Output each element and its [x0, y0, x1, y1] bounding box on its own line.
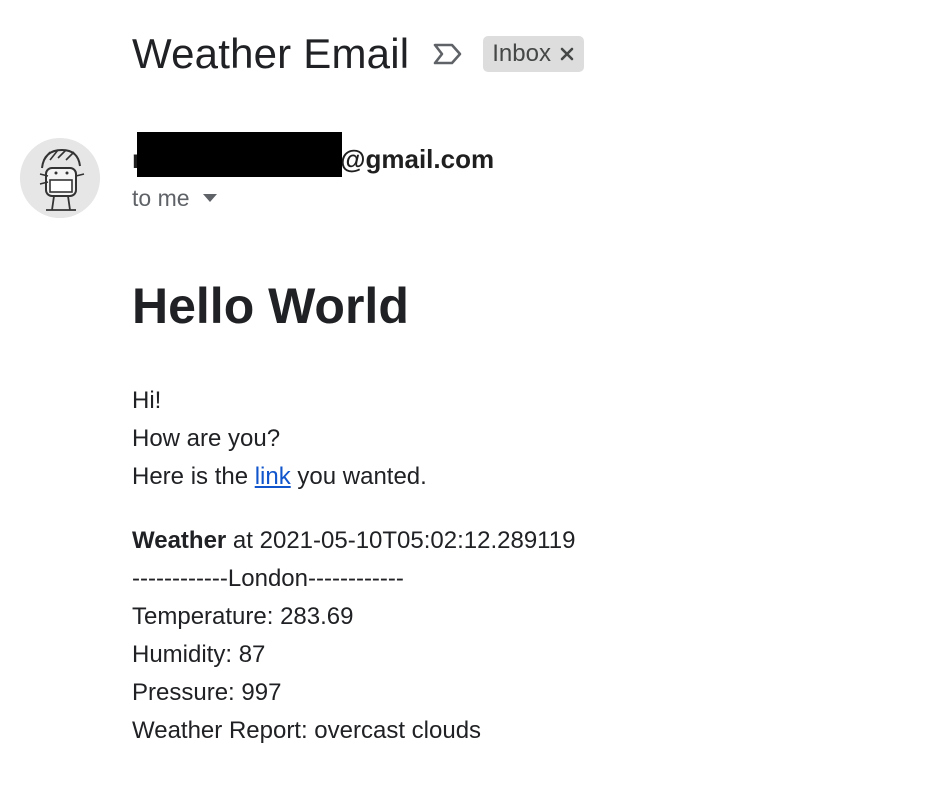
city-line: ------------London------------: [132, 565, 404, 592]
question-line: How are you?: [132, 425, 281, 452]
humidity-line: Humidity: 87: [132, 641, 266, 668]
email-view: Weather Email Inbox @gmail.com to me Hel…: [0, 0, 944, 792]
body-heading: Hello World: [132, 278, 409, 334]
weather-report-line: Weather Report: overcast clouds: [132, 717, 482, 744]
link-prefix: Here is the: [132, 463, 255, 490]
avatar[interactable]: [20, 138, 100, 218]
pressure-line: Pressure: 997: [132, 679, 282, 706]
label-chip-inbox: Inbox: [483, 36, 584, 72]
redaction-bar: [137, 132, 342, 177]
recipients-toggle[interactable]: to me: [132, 183, 218, 213]
greeting-line: Hi!: [132, 387, 162, 414]
message-body: Hello World Hi! How are you? Here is the…: [132, 270, 912, 750]
greeting-block: Hi! How are you? Here is the link you wa…: [132, 382, 912, 496]
subject-row: Weather Email Inbox: [132, 26, 584, 82]
link-line: Here is the link you wanted.: [132, 458, 912, 496]
importance-marker-icon[interactable]: [431, 41, 465, 67]
body-link[interactable]: link: [255, 463, 291, 490]
weather-timestamp: at 2021-05-10T05:02:12.289119: [226, 527, 576, 554]
temperature-line: Temperature: 283.69: [132, 603, 354, 630]
weather-header-line: Weather at 2021-05-10T05:02:12.289119: [132, 522, 912, 560]
close-icon[interactable]: [559, 46, 575, 62]
recipients-text: to me: [132, 185, 190, 211]
weather-block: Weather at 2021-05-10T05:02:12.289119 --…: [132, 522, 912, 750]
weather-label: Weather: [132, 527, 227, 554]
link-suffix: you wanted.: [290, 463, 427, 490]
sender-email-domain[interactable]: @gmail.com: [340, 140, 494, 178]
label-chip-text: Inbox: [492, 40, 551, 67]
email-subject: Weather Email: [132, 30, 410, 77]
caret-down-icon[interactable]: [202, 193, 218, 203]
